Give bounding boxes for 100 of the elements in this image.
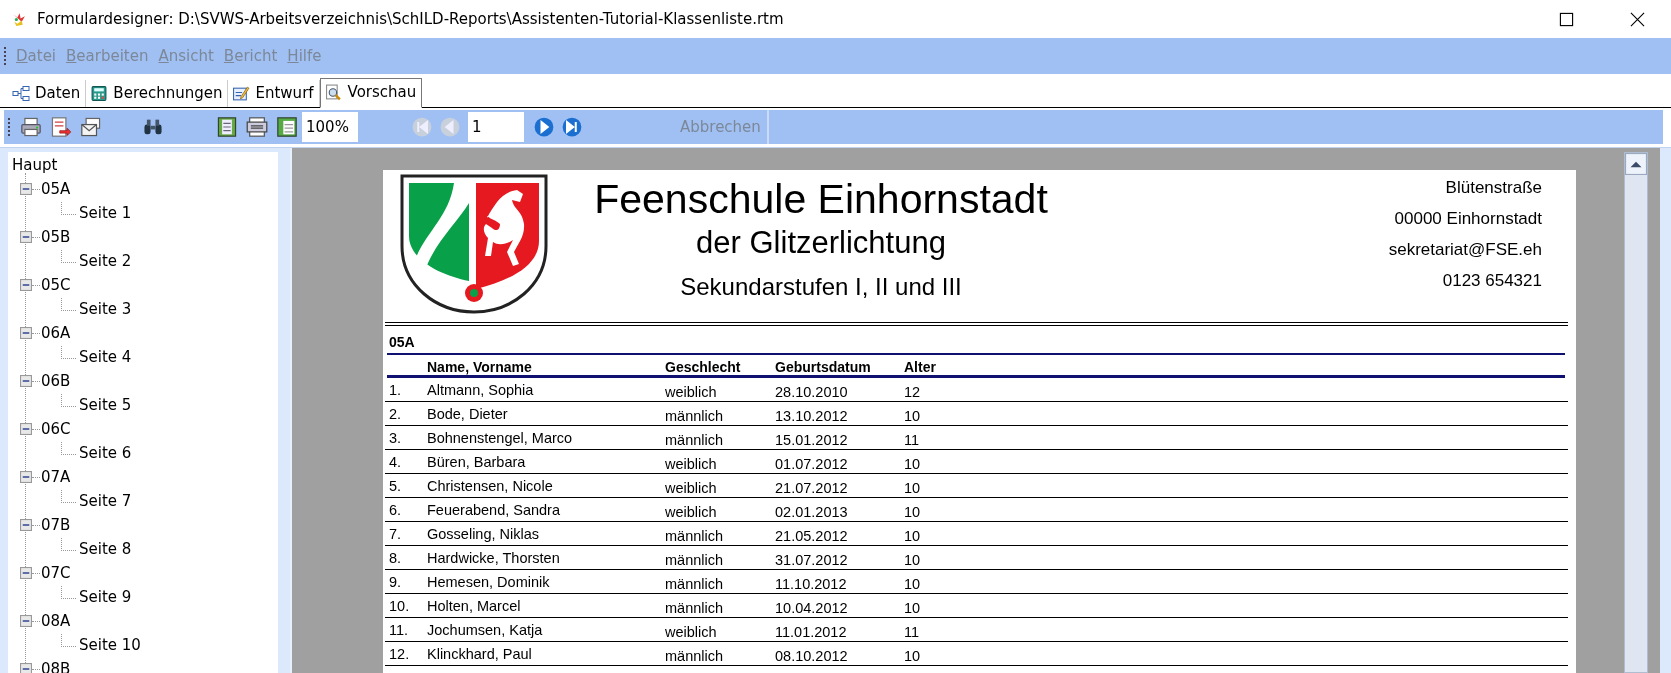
vertical-scrollbar[interactable] [1624, 152, 1648, 673]
collapse-icon[interactable] [20, 279, 32, 291]
tree-item[interactable]: 06A [40, 324, 71, 342]
table-cell-text: Büren, Barbara [427, 453, 527, 470]
table-cell-text: 7. [388, 525, 403, 542]
last-page-icon[interactable] [562, 117, 582, 137]
tree-item[interactable]: Seite 8 [78, 540, 132, 558]
table-cell-text: 11. [388, 621, 410, 638]
collapse-icon[interactable] [20, 375, 32, 387]
collapse-icon[interactable] [20, 567, 32, 579]
collapse-icon[interactable] [20, 615, 32, 627]
address-line: 00000 Einhornstadt [1394, 209, 1542, 229]
table-cell-text: 10 [904, 479, 922, 496]
table-cell-text: 4. [388, 453, 403, 470]
tree-item[interactable]: Seite 1 [78, 204, 132, 222]
table-cell-text: 10 [904, 575, 922, 592]
scroll-up-icon[interactable] [1625, 153, 1647, 175]
tree-item[interactable]: Seite 6 [78, 444, 132, 462]
tree-item[interactable]: Seite 10 [78, 636, 141, 654]
collapse-icon[interactable] [20, 663, 32, 673]
table-cell-text: 11.10.2012 [775, 575, 848, 592]
collapse-icon[interactable] [20, 471, 32, 483]
tree-item[interactable]: Seite 7 [78, 492, 132, 510]
tree-item[interactable]: Seite 9 [78, 588, 132, 606]
table-cell-text: 08.10.2012 [775, 647, 849, 664]
tree-item[interactable]: 05C [40, 276, 71, 294]
zoom-field[interactable]: 100% [302, 112, 358, 142]
collapse-icon[interactable] [20, 231, 32, 243]
tree-item[interactable]: 05B [40, 228, 71, 246]
table-cell-text: 10 [904, 407, 922, 424]
tree-item[interactable]: Haupt [12, 154, 58, 177]
address-line: Blütenstraße [1445, 178, 1542, 198]
table-cell-text: 15.01.2012 [775, 431, 849, 448]
tab[interactable]: Vorschau [319, 78, 423, 108]
table-cell-text: weiblich [665, 503, 718, 520]
edit-form-icon [232, 84, 251, 102]
tree-item[interactable]: 07B [40, 516, 71, 534]
table-cell-text: männlich [665, 527, 725, 544]
column-header: Alter [904, 359, 937, 375]
tree-item[interactable]: Seite 5 [78, 396, 132, 414]
tree-diagram-icon [12, 84, 30, 102]
maximize-icon[interactable] [1559, 11, 1574, 27]
table-cell-text: 2. [388, 405, 403, 422]
table-cell-text: 31.07.2012 [775, 551, 849, 568]
table-cell-text: Holten, Marcel [427, 597, 522, 614]
table-cell-text: Klinckhard, Paul [427, 645, 533, 662]
table-cell-text: 10. [388, 597, 411, 614]
tab[interactable]: Entwurf [228, 80, 320, 107]
table-cell-text: männlich [665, 551, 725, 568]
table-cell-text: weiblich [665, 623, 718, 640]
full-page-icon[interactable] [276, 116, 298, 138]
table-cell-text: 10 [904, 551, 922, 568]
table-cell-text: 02.01.2013 [775, 503, 849, 520]
tree-item[interactable]: 05A [40, 180, 71, 198]
export-file-icon[interactable] [50, 116, 72, 138]
tree-item[interactable]: Seite 3 [78, 300, 132, 318]
tree-item[interactable]: 06B [40, 372, 71, 390]
table-cell-text: 10 [904, 503, 922, 520]
table-cell-text: 1. [388, 381, 403, 398]
collapse-icon[interactable] [20, 327, 32, 339]
table-cell-text: männlich [665, 407, 725, 424]
tree-item[interactable]: Seite 4 [78, 348, 132, 366]
table-cell-text: 01.07.2012 [775, 455, 849, 472]
table-cell-text: 28.10.2010 [775, 383, 849, 400]
tab[interactable]: Berechnungen [86, 80, 229, 107]
collapse-icon[interactable] [20, 183, 32, 195]
table-cell-text: weiblich [665, 479, 718, 496]
table-cell-text: 11.01.2012 [775, 623, 848, 640]
table-cell-text: Bode, Dieter [427, 405, 509, 422]
tree-item[interactable]: 08A [40, 612, 71, 630]
tree-item[interactable]: 06C [40, 420, 71, 438]
tree-item[interactable]: 07A [40, 468, 71, 486]
envelope-icon[interactable] [80, 116, 102, 138]
table-cell-text: Jochumsen, Katja [427, 621, 544, 638]
tab[interactable]: Daten [8, 80, 87, 107]
next-page-icon[interactable] [534, 117, 554, 137]
tree-item[interactable]: Seite 2 [78, 252, 132, 270]
tree-item[interactable]: 07C [40, 564, 71, 582]
school-subtitle: der Glitzerlichtung [696, 225, 946, 261]
table-cell-text: 10 [904, 455, 922, 472]
printer-icon[interactable] [20, 116, 42, 138]
table-cell-text: 9. [388, 573, 403, 590]
table-cell-text: Hemesen, Dominik [427, 573, 551, 590]
school-name: Feenschule Einhornstadt [594, 176, 1048, 223]
column-header: Geschlecht [665, 359, 742, 375]
collapse-icon[interactable] [20, 423, 32, 435]
table-cell-text: 13.10.2012 [775, 407, 849, 424]
page-number-field[interactable]: 1 [468, 112, 524, 142]
class-heading: 05A [388, 333, 416, 350]
collapse-icon[interactable] [20, 519, 32, 531]
address-line: sekretariat@FSE.eh [1388, 240, 1542, 260]
table-cell-text: weiblich [665, 455, 718, 472]
table-cell-text: männlich [665, 599, 725, 616]
table-cell-text: 10 [904, 527, 922, 544]
page-icon[interactable] [216, 116, 238, 138]
table-cell-text: 10 [904, 647, 922, 664]
table-cell-text: Altmann, Sophia [427, 381, 535, 398]
address-line: 0123 654321 [1442, 271, 1542, 291]
table-cell-text: Feuerabend, Sandra [427, 501, 561, 518]
close-icon[interactable] [1630, 11, 1645, 27]
